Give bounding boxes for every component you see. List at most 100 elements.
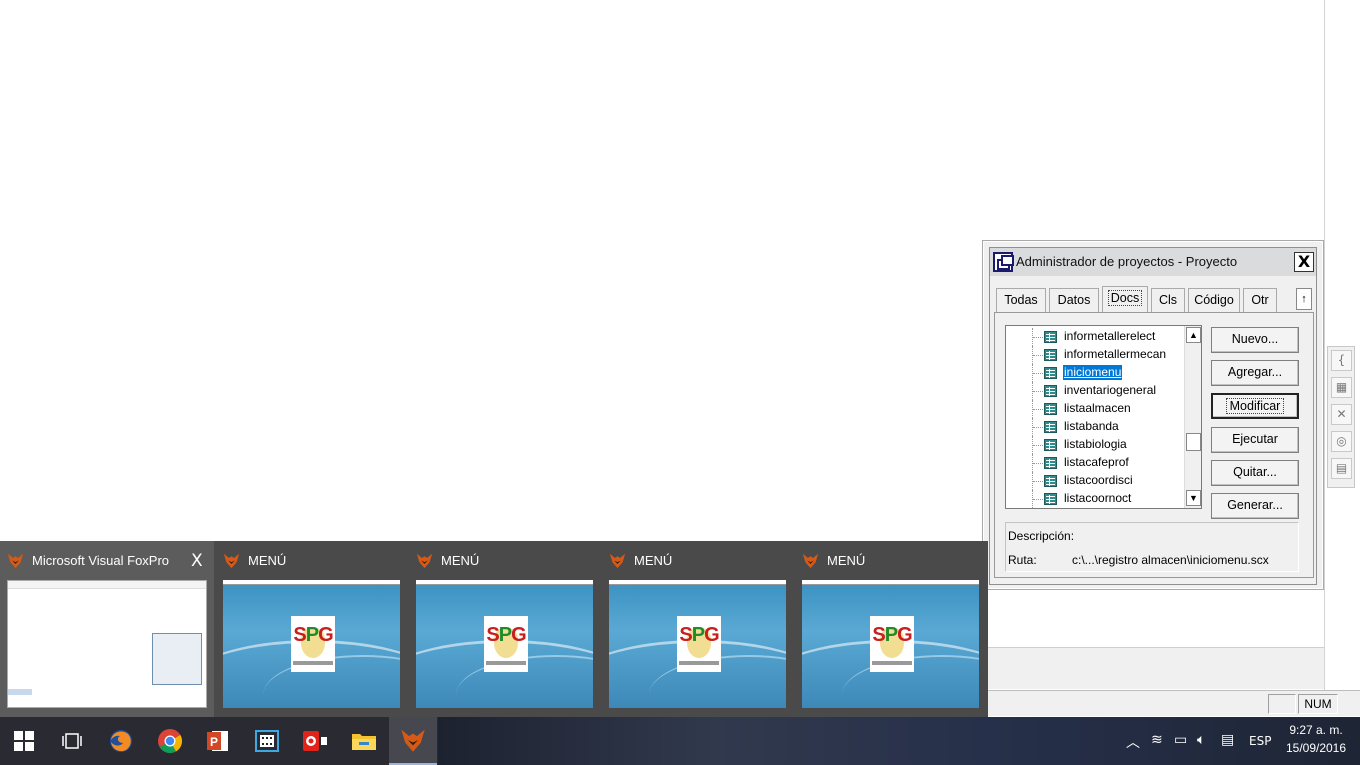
tab-docs[interactable]: Docs [1102,286,1148,312]
tree-item-selected[interactable]: iniciomenu [1006,364,1186,382]
volume-icon[interactable]: 🔈︎ [1197,732,1205,748]
firefox-button[interactable] [97,717,145,765]
tab-todas[interactable]: Todas [996,288,1046,312]
close-button[interactable]: X [1294,252,1314,272]
menu-thumbnail[interactable]: SPG [416,580,593,708]
tab-scroll-button[interactable]: ↑ [1296,288,1312,310]
preview-title: MENÚ [441,553,480,568]
path-label: Ruta: [1008,553,1037,567]
foxpro-taskbar-button[interactable] [389,717,437,765]
project-manager-frame: Administrador de proyectos - Proyecto X … [989,247,1317,585]
main-window-scrollbar[interactable] [1324,0,1360,690]
preview-title: Microsoft Visual FoxPro [32,553,170,568]
nuevo-button[interactable]: Nuevo... [1211,327,1299,353]
show-hidden-icons-chevron-up-icon[interactable]: ︿ [1126,732,1140,752]
modificar-label: Modificar [1225,398,1285,414]
menu-thumbnail[interactable]: SPG [609,580,786,708]
preview-title: MENÚ [827,553,866,568]
spg-logo: SPG [870,616,914,672]
scroll-down-arrow-icon[interactable]: ▼ [1186,490,1201,506]
globe-icon[interactable]: ◎ [1331,431,1352,452]
tree-item[interactable]: informetallermecan [1006,346,1186,364]
taskbar-preview-flyout: Microsoft Visual FoxPro X MENÚ SPG MENÚ … [0,541,988,717]
quitar-button[interactable]: Quitar... [1211,460,1299,486]
tree-item[interactable]: inventariogeneral [1006,382,1186,400]
desktop-screen: { ▦ ✕ ◎ ▤ NUM Administrador de proyectos… [0,0,1360,765]
generar-button[interactable]: Generar... [1211,493,1299,519]
tree-item[interactable]: listacafeprof [1006,454,1186,472]
scroll-up-arrow-icon[interactable]: ▲ [1186,327,1201,343]
file-explorer-button[interactable] [340,717,388,765]
media-player-button[interactable] [291,717,339,765]
chrome-icon [158,729,183,754]
close-icon[interactable]: X [191,551,203,571]
path-value: c:\...\registro almacen\iniciomenu.scx [1072,553,1269,567]
ejecutar-button[interactable]: Ejecutar [1211,427,1299,453]
start-button[interactable] [0,717,48,765]
project-manager-titlebar[interactable]: Administrador de proyectos - Proyecto X [990,248,1316,276]
tab-datos[interactable]: Datos [1049,288,1099,312]
scroll-thumb[interactable] [1186,433,1201,451]
main-window-lower-area [988,647,1324,689]
clock[interactable]: 9:27 a. m. 15/09/2016 [1283,721,1349,757]
tab-cls[interactable]: Cls [1151,288,1185,312]
preview-title: MENÚ [634,553,673,568]
description-box: Descripción: Ruta: c:\...\registro almac… [1005,522,1299,572]
preview-vfp[interactable]: Microsoft Visual FoxPro X [0,541,214,717]
preview-menu-4[interactable]: MENÚ SPG [795,541,985,717]
form-icon [1044,403,1057,415]
tree-item[interactable]: listaalmacen [1006,400,1186,418]
start-icon [14,731,34,751]
form-icon [1044,349,1057,361]
tree-item[interactable]: listacoordisci [1006,472,1186,490]
tab-codigo[interactable]: Código [1188,288,1240,312]
tab-docs-label: Docs [1107,290,1143,306]
menu-thumbnail[interactable]: SPG [223,580,400,708]
form-icon [1044,457,1057,469]
spg-logo: SPG [291,616,335,672]
form-icon [1044,439,1057,451]
tree-item[interactable]: listabanda [1006,418,1186,436]
agregar-button[interactable]: Agregar... [1211,360,1299,386]
status-bar: NUM [988,690,1360,716]
foxpro-icon [7,553,24,569]
form-icon [1044,475,1057,487]
form-icon [1044,421,1057,433]
foxpro-icon [609,553,626,569]
tree-item[interactable]: listacoornoct [1006,490,1186,508]
chrome-button[interactable] [146,717,194,765]
tab-otros[interactable]: Otr [1243,288,1277,312]
project-tree[interactable]: informetallerelect informetallermecan in… [1005,325,1202,509]
tree-scrollbar[interactable]: ▲ ▼ [1184,326,1201,508]
preview-menu-3[interactable]: MENÚ SPG [602,541,792,717]
tree-item[interactable]: listabiologia [1006,436,1186,454]
tree-item[interactable]: informetallerelect [1006,328,1186,346]
video-editor-button[interactable] [243,717,291,765]
language-indicator[interactable]: ESP [1249,734,1271,748]
task-view-button[interactable] [48,717,96,765]
modificar-button[interactable]: Modificar [1211,393,1299,419]
status-cell-empty [1268,694,1296,714]
status-num: NUM [1298,694,1338,714]
structure-icon[interactable]: ▦ [1331,377,1352,398]
menu-thumbnail[interactable]: SPG [802,580,979,708]
layout-icon[interactable]: ▤ [1331,458,1352,479]
side-toolbar: { ▦ ✕ ◎ ▤ [1327,346,1355,488]
battery-icon[interactable]: ▭ [1174,732,1187,748]
preview-menu-2[interactable]: MENÚ SPG [409,541,599,717]
foxpro-icon [401,729,425,752]
project-manager-window: Administrador de proyectos - Proyecto X … [982,240,1324,590]
clock-time: 9:27 a. m. [1289,723,1343,737]
tools-icon[interactable]: ✕ [1331,404,1352,425]
wifi-icon[interactable]: ≋ [1151,732,1163,748]
action-center-icon[interactable]: ▤ [1221,732,1234,748]
preview-menu-1[interactable]: MENÚ SPG [216,541,406,717]
powerpoint-button[interactable]: P [194,717,242,765]
preview-title: MENÚ [248,553,287,568]
code-icon[interactable]: { [1331,350,1352,371]
clock-date: 15/09/2016 [1285,741,1347,755]
description-label: Descripción: [1008,529,1075,543]
media-player-icon [303,731,327,751]
foxpro-icon [223,553,240,569]
vfp-thumbnail[interactable] [7,580,207,708]
